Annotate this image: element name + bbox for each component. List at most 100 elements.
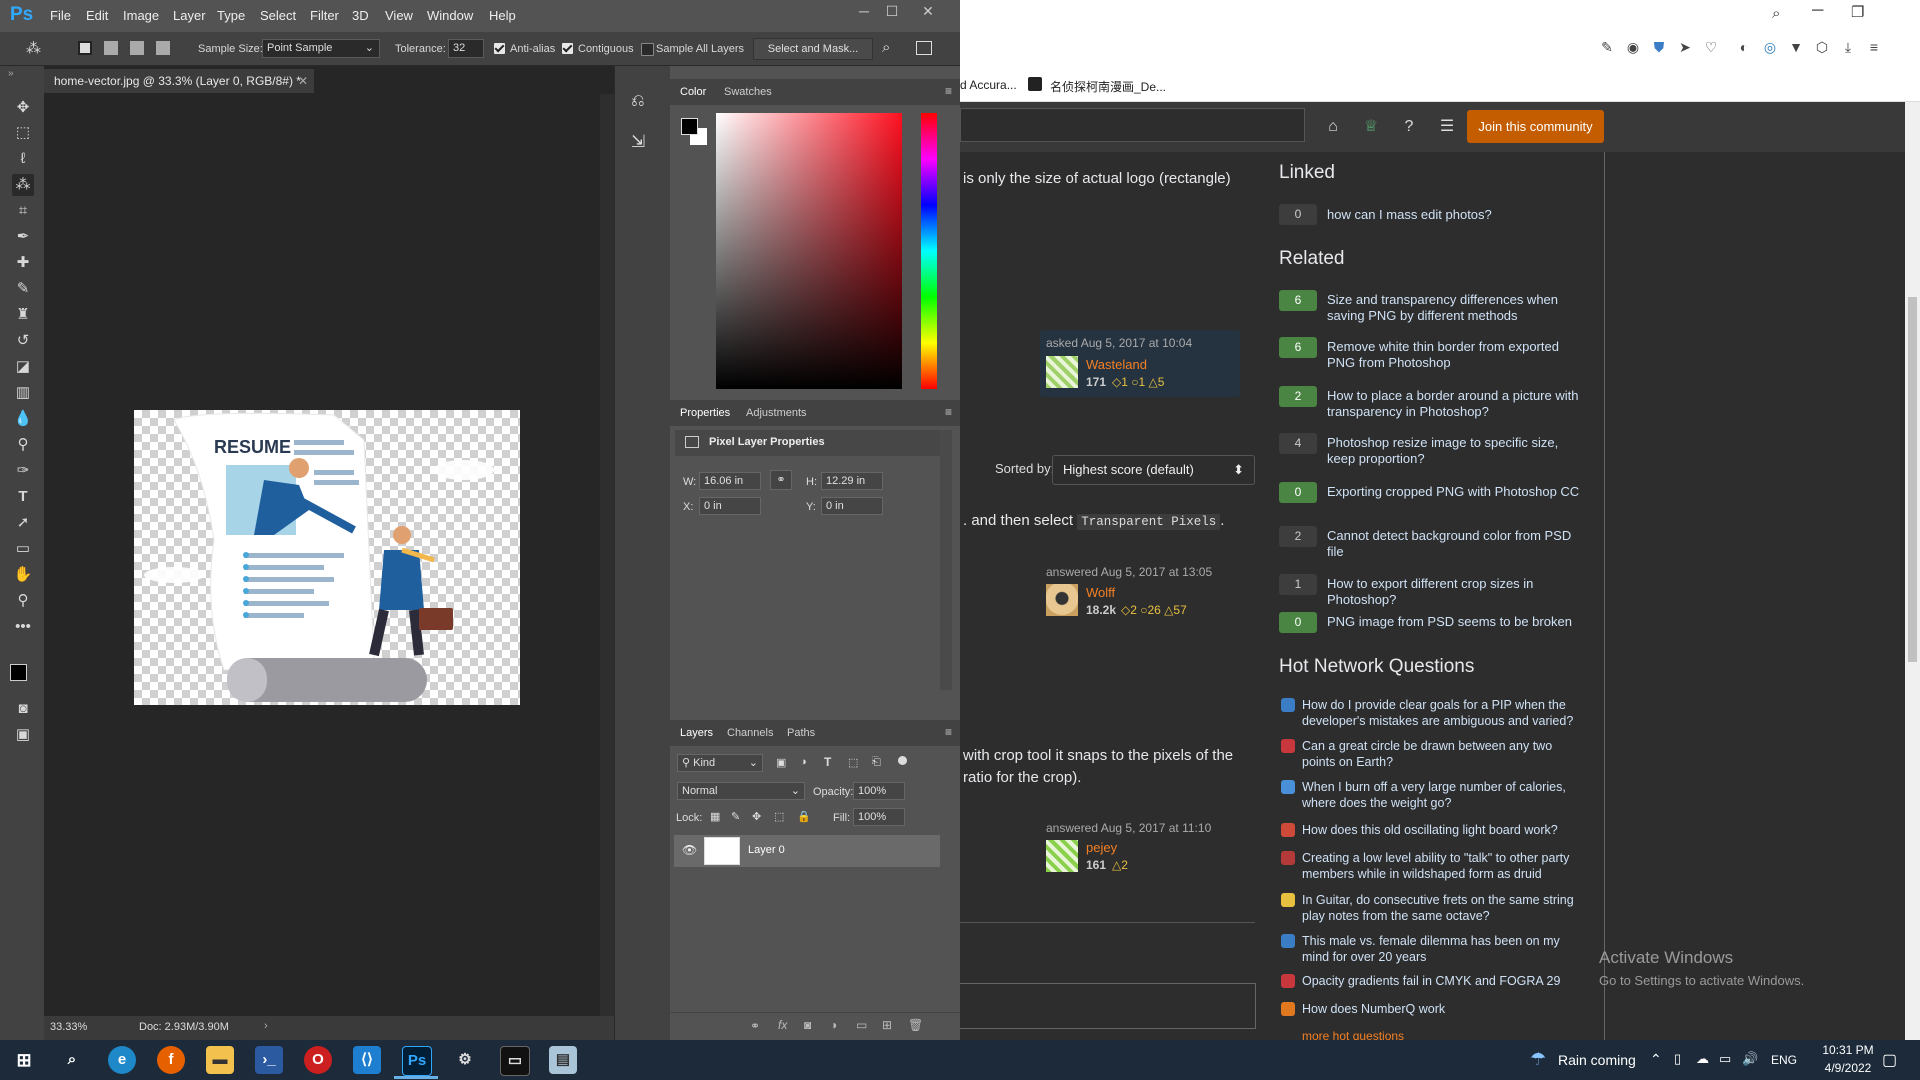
app-icon[interactable]: ▤ bbox=[549, 1046, 577, 1074]
hnq-link[interactable]: How do I provide clear goals for a PIP w… bbox=[1302, 697, 1577, 729]
stamp-tool-icon[interactable]: ♜ bbox=[12, 304, 34, 326]
sort-select[interactable]: Highest score (default) ⬍ bbox=[1052, 455, 1255, 485]
layer-name[interactable]: Layer 0 bbox=[748, 844, 785, 856]
weather-icon[interactable]: ☂ bbox=[1530, 1049, 1546, 1070]
vscode-icon[interactable]: ⟨⟩ bbox=[353, 1046, 381, 1074]
lock-artboard-icon[interactable]: ⬚ bbox=[774, 810, 784, 823]
add-selection-icon[interactable] bbox=[104, 41, 118, 55]
hand-tool-icon[interactable]: ✋ bbox=[12, 564, 34, 586]
foreground-color[interactable] bbox=[10, 664, 27, 681]
crop-tool-icon[interactable]: ⌗ bbox=[12, 200, 34, 222]
search-icon[interactable]: ⌕ bbox=[882, 39, 890, 56]
history-icon[interactable]: ⎌ bbox=[631, 91, 645, 111]
brush-tool-icon[interactable]: ✎ bbox=[12, 278, 34, 300]
explorer-icon[interactable]: ▬ bbox=[206, 1046, 234, 1074]
zoom-level[interactable]: 33.33% bbox=[50, 1021, 87, 1033]
hnq-link[interactable]: How does NumberQ work bbox=[1302, 1001, 1577, 1017]
extension-icon-3[interactable]: ▼ bbox=[1787, 38, 1805, 56]
onedrive-icon[interactable]: ☁ bbox=[1696, 1051, 1709, 1067]
type-tool-icon[interactable]: T bbox=[12, 486, 34, 508]
clock-date[interactable]: 4/9/2022 bbox=[1818, 1061, 1878, 1075]
sample-all-checkbox[interactable] bbox=[641, 43, 654, 56]
menu-type[interactable]: Type bbox=[217, 8, 245, 23]
lock-position-icon[interactable]: ✥ bbox=[752, 810, 761, 823]
properties-scrollbar[interactable] bbox=[940, 430, 952, 690]
edge-icon[interactable]: e bbox=[108, 1046, 136, 1074]
edit-icon[interactable]: ✎ bbox=[1598, 38, 1616, 56]
menu-view[interactable]: View bbox=[385, 8, 413, 23]
settings-icon[interactable]: ⚙ bbox=[451, 1046, 479, 1074]
answer-editor[interactable] bbox=[960, 983, 1256, 1029]
contiguous-checkbox[interactable] bbox=[562, 43, 573, 54]
x-input[interactable]: 0 in bbox=[699, 497, 761, 515]
dodge-tool-icon[interactable]: ⚲ bbox=[12, 434, 34, 456]
close-tab-icon[interactable]: ✕ bbox=[298, 69, 308, 93]
browser-scrollbar[interactable] bbox=[1905, 102, 1920, 1040]
blur-tool-icon[interactable]: 💧 bbox=[12, 408, 34, 430]
site-switcher-icon[interactable]: ☰ bbox=[1436, 116, 1458, 138]
filter-pixel-icon[interactable]: ▣ bbox=[776, 756, 786, 769]
menu-help[interactable]: Help bbox=[489, 8, 516, 23]
fx-icon[interactable]: fx bbox=[778, 1018, 787, 1032]
hue-slider[interactable] bbox=[921, 113, 937, 389]
select-and-mask-button[interactable]: Select and Mask... bbox=[753, 38, 873, 60]
hnq-link[interactable]: This male vs. female dilemma has been on… bbox=[1302, 933, 1577, 965]
terminal-icon[interactable]: ▭ bbox=[500, 1046, 530, 1076]
height-input[interactable]: 12.29 in bbox=[821, 472, 883, 490]
search-icon[interactable]: ⌕ bbox=[1772, 5, 1780, 22]
link-layers-icon[interactable]: ⚭ bbox=[750, 1019, 760, 1033]
powershell-icon[interactable]: ›_ bbox=[255, 1046, 283, 1074]
network-icon[interactable]: ▭ bbox=[1719, 1051, 1731, 1067]
properties-icon[interactable]: ⇲ bbox=[631, 132, 645, 152]
new-selection-icon[interactable] bbox=[78, 41, 92, 55]
history-brush-icon[interactable]: ↺ bbox=[12, 330, 34, 352]
layer-row[interactable]: 👁 Layer 0 bbox=[674, 835, 940, 867]
extension-icon[interactable]: ◐ bbox=[1735, 38, 1753, 56]
bookmark-item[interactable]: 名侦探柯南漫画_De... bbox=[1050, 78, 1166, 95]
magic-wand-icon[interactable]: ⁂ bbox=[26, 39, 41, 57]
extension-icon-2[interactable]: ◎ bbox=[1761, 38, 1779, 56]
menu-edit[interactable]: Edit bbox=[86, 8, 108, 23]
opera-icon[interactable]: O bbox=[304, 1046, 332, 1074]
related-link[interactable]: Photoshop resize image to specific size,… bbox=[1327, 435, 1587, 467]
tolerance-input[interactable]: 32 bbox=[448, 39, 484, 58]
tray-chevron-icon[interactable]: ⌃ bbox=[1650, 1051, 1662, 1068]
eraser-tool-icon[interactable]: ◪ bbox=[12, 356, 34, 378]
close-icon[interactable]: ✕ bbox=[914, 0, 942, 24]
minimize-icon[interactable]: ─ bbox=[1812, 2, 1823, 20]
filter-type-icon[interactable]: T bbox=[824, 755, 831, 769]
user-avatar[interactable] bbox=[1046, 840, 1078, 872]
color-field[interactable] bbox=[716, 113, 902, 389]
user-name[interactable]: Wolff bbox=[1086, 585, 1115, 600]
box-icon[interactable]: ⬡ bbox=[1813, 38, 1831, 56]
healing-tool-icon[interactable]: ✚ bbox=[12, 252, 34, 274]
download-icon[interactable]: ⤓ bbox=[1839, 38, 1857, 56]
language-indicator[interactable]: ENG bbox=[1771, 1053, 1797, 1067]
move-tool-icon[interactable]: ✥ bbox=[12, 97, 34, 119]
notifications-icon[interactable]: ▢ bbox=[1882, 1050, 1897, 1070]
lasso-tool-icon[interactable]: ℓ bbox=[12, 148, 34, 170]
tab-adjustments[interactable]: Adjustments bbox=[746, 407, 807, 419]
lock-transparent-icon[interactable]: ▦ bbox=[710, 810, 720, 823]
pen-tool-icon[interactable]: ✑ bbox=[12, 460, 34, 482]
related-link[interactable]: How to export different crop sizes in Ph… bbox=[1327, 576, 1587, 608]
heart-icon[interactable]: ♡ bbox=[1702, 38, 1720, 56]
filter-toggle[interactable] bbox=[898, 756, 907, 765]
opacity-input[interactable]: 100% bbox=[853, 782, 905, 800]
restore-icon[interactable]: ❐ bbox=[1851, 3, 1864, 21]
hnq-link[interactable]: Can a great circle be drawn between any … bbox=[1302, 738, 1577, 770]
lock-all-icon[interactable]: 🔒 bbox=[797, 810, 811, 823]
search-icon[interactable]: ⌕ bbox=[58, 1046, 86, 1074]
trophy-icon[interactable]: ♕ bbox=[1360, 116, 1382, 138]
width-input[interactable]: 16.06 in bbox=[699, 472, 761, 490]
eyedropper-tool-icon[interactable]: ✒ bbox=[12, 226, 34, 248]
tab-layers[interactable]: Layers bbox=[680, 727, 713, 739]
user-avatar[interactable] bbox=[1046, 356, 1078, 388]
help-icon[interactable]: ? bbox=[1398, 116, 1420, 138]
menu-select[interactable]: Select bbox=[260, 8, 296, 23]
bookmark-item[interactable]: d Accura... bbox=[960, 78, 1017, 92]
panel-menu-icon[interactable]: ≡ bbox=[945, 405, 952, 419]
zoom-tool-icon[interactable]: ⚲ bbox=[12, 590, 34, 612]
trash-icon[interactable]: 🗑 bbox=[908, 1018, 923, 1032]
related-link[interactable]: Remove white thin border from exported P… bbox=[1327, 339, 1587, 371]
